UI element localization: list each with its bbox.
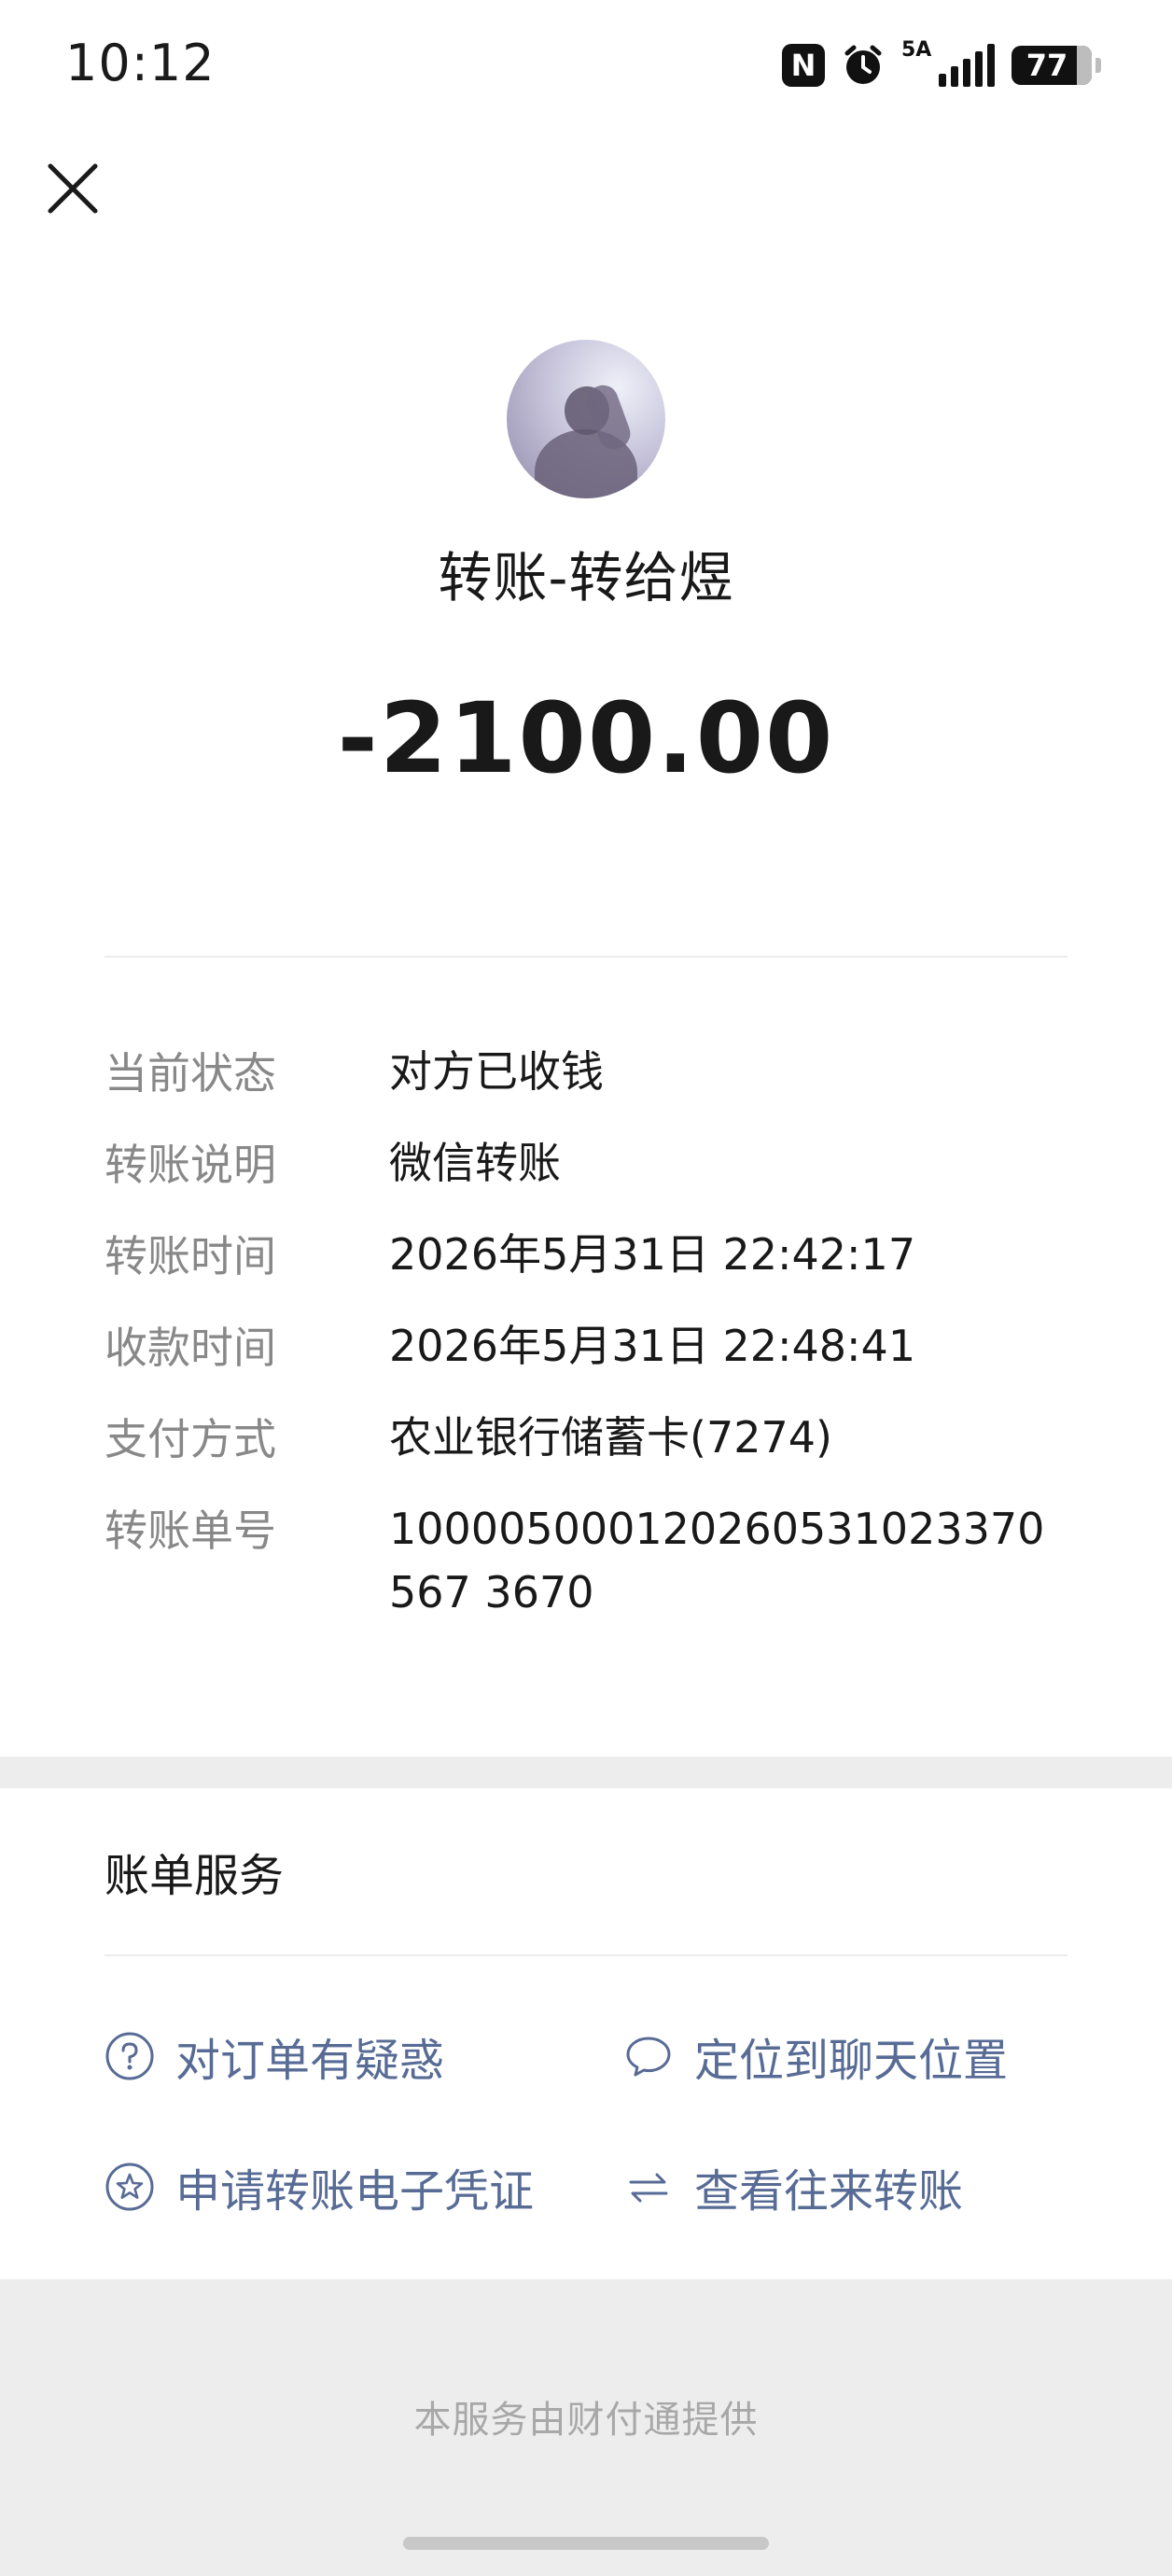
detail-row-receive-time: 收款时间 2026年5月31日 22:48:41 (105, 1314, 1067, 1406)
detail-label: 转账单号 (105, 1505, 276, 1556)
detail-label: 当前状态 (105, 1048, 276, 1099)
close-icon[interactable] (41, 157, 105, 220)
status-time: 10:12 (65, 34, 216, 92)
service-item-label: 查看往来转账 (694, 2165, 964, 2218)
section-gap (0, 1757, 1172, 1788)
transfer-title: 转账-转给煜 (438, 546, 734, 609)
transfer-detail-page: 10:12 N 5A 77 转账-转给煜 -2100.00 当前状态 对方已收钱… (0, 0, 1172, 2576)
detail-label: 支付方式 (105, 1414, 276, 1464)
transfer-details: 当前状态 对方已收钱 转账说明 微信转账 转账时间 2026年5月31日 22:… (105, 1040, 1067, 1624)
home-indicator[interactable] (403, 2537, 769, 2550)
footer: 本服务由财付通提供 (0, 2279, 1172, 2576)
network-label: 5A (901, 38, 932, 62)
detail-value: 对方已收钱 (389, 1046, 604, 1097)
battery-tip (1095, 58, 1101, 73)
service-item-label: 对订单有疑惑 (175, 2035, 445, 2087)
service-title: 账单服务 (105, 1850, 285, 1902)
detail-row-transfer-number: 转账单号 100005000120260531023370567 3670 (105, 1497, 1067, 1624)
star-circle-icon (105, 2163, 154, 2211)
status-icons: N 5A 77 (782, 38, 1101, 91)
question-circle-icon (105, 2032, 154, 2080)
detail-value[interactable]: 100005000120260531023370567 3670 (389, 1497, 1067, 1624)
nfc-icon: N (782, 44, 825, 87)
apply-voucher-link[interactable]: 申请转账电子凭证 (105, 2154, 534, 2219)
battery-level: 77 (1026, 48, 1068, 83)
footer-provider-text: 本服务由财付通提供 (413, 2399, 759, 2442)
avatar (507, 340, 665, 498)
detail-value: 微信转账 (389, 1138, 561, 1188)
detail-value: 农业银行储蓄卡(7274) (389, 1412, 832, 1463)
swap-arrows-icon (629, 2173, 668, 2203)
detail-row-payment-method: 支付方式 农业银行储蓄卡(7274) (105, 1406, 1067, 1497)
service-item-label: 定位到聊天位置 (694, 2035, 1009, 2087)
divider (105, 956, 1067, 958)
detail-value: 2026年5月31日 22:42:17 (389, 1229, 916, 1280)
order-question-link[interactable]: 对订单有疑惑 (105, 2023, 444, 2089)
status-bar: 10:12 N 5A 77 (0, 0, 1172, 131)
detail-row-transfer-time: 转账时间 2026年5月31日 22:42:17 (105, 1223, 1067, 1314)
alarm-icon (844, 45, 882, 84)
view-transfers-link[interactable]: 查看往来转账 (623, 2154, 963, 2219)
detail-label: 收款时间 (105, 1323, 276, 1373)
detail-label: 转账说明 (105, 1140, 276, 1190)
cellular-signal-icon: 5A (901, 38, 995, 87)
detail-label: 转账时间 (105, 1231, 276, 1281)
battery-icon: 77 (1012, 46, 1092, 85)
detail-row-status: 当前状态 对方已收钱 (105, 1040, 1067, 1131)
transfer-amount: -2100.00 (337, 681, 835, 795)
detail-row-note: 转账说明 微信转账 (105, 1131, 1067, 1223)
locate-chat-link[interactable]: 定位到聊天位置 (623, 2023, 1008, 2089)
service-item-label: 申请转账电子凭证 (175, 2165, 535, 2218)
chat-bubble-icon (626, 2037, 671, 2077)
detail-value: 2026年5月31日 22:48:41 (389, 1321, 916, 1371)
divider (105, 1954, 1067, 1956)
